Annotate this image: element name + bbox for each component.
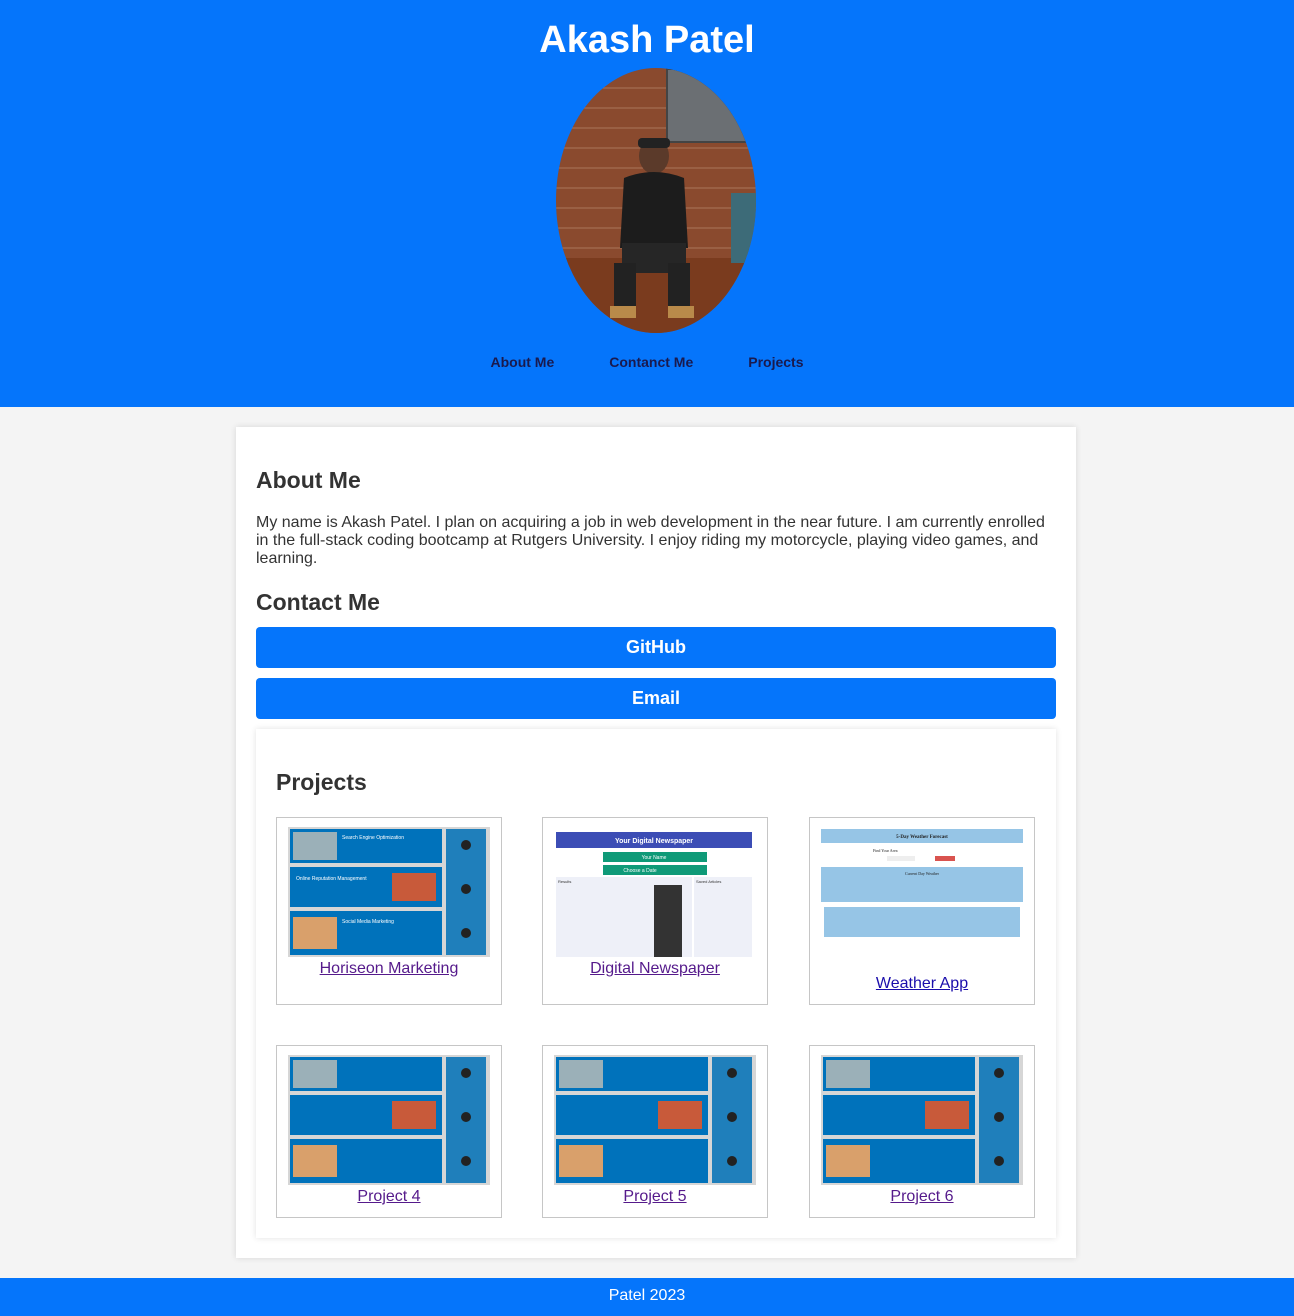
svg-text:Results: Results — [558, 879, 571, 884]
project-link-5[interactable]: Project 5 — [543, 1188, 767, 1206]
project-thumbnail: Search Engine Optimization Online Reputa… — [288, 827, 490, 957]
svg-text:Current Day Weather: Current Day Weather — [905, 871, 940, 876]
site-title: Akash Patel — [539, 19, 755, 61]
svg-text:Online Reputation Management: Online Reputation Management — [296, 876, 367, 882]
svg-text:Your Digital Newspaper: Your Digital Newspaper — [615, 838, 693, 845]
nav-contact-me[interactable]: Contanct Me — [609, 353, 693, 373]
project-card: Search Engine Optimization Online Reputa… — [276, 817, 502, 1005]
nav-projects[interactable]: Projects — [748, 353, 803, 373]
main-content: About Me My name is Akash Patel. I plan … — [236, 427, 1076, 1258]
project-card: Project 4 — [276, 1045, 502, 1218]
project-thumbnail: Your Digital Newspaper Your Name Choose … — [554, 827, 756, 957]
project-thumbnail: 5-Day Weather Forecast Find Your Area Cu… — [821, 827, 1023, 957]
project-card: Project 5 — [542, 1045, 768, 1218]
project-card: 5-Day Weather Forecast Find Your Area Cu… — [809, 817, 1035, 1005]
about-text: My name is Akash Patel. I plan on acquir… — [256, 514, 1045, 567]
project-card: Your Digital Newspaper Your Name Choose … — [542, 817, 768, 1005]
svg-text:5-Day Weather Forecast: 5-Day Weather Forecast — [896, 835, 948, 840]
svg-text:Social Media Marketing: Social Media Marketing — [342, 919, 394, 925]
projects-section: Projects Search Engine Optimization Onli… — [256, 729, 1056, 1238]
svg-text:Choose a Date: Choose a Date — [623, 868, 657, 874]
svg-text:Your Name: Your Name — [642, 855, 667, 861]
main-nav: About Me Contanct Me Projects — [0, 353, 1294, 373]
project-link-horiseon[interactable]: Horiseon Marketing — [277, 960, 501, 978]
project-card: Project 6 — [809, 1045, 1035, 1218]
project-link-weather[interactable]: Weather App — [810, 975, 1034, 993]
contact-heading: Contact Me — [256, 589, 380, 615]
project-thumbnail — [821, 1055, 1023, 1185]
project-link-4[interactable]: Project 4 — [277, 1188, 501, 1206]
nav-about-me[interactable]: About Me — [490, 353, 554, 373]
project-thumbnail — [288, 1055, 490, 1185]
svg-text:Search Engine Optimization: Search Engine Optimization — [342, 835, 404, 841]
svg-text:Find Your Area: Find Your Area — [873, 848, 898, 853]
page-footer: Patel 2023 — [0, 1278, 1294, 1316]
project-thumbnail — [554, 1055, 756, 1185]
email-button[interactable]: Email — [256, 678, 1056, 719]
github-button[interactable]: GitHub — [256, 627, 1056, 668]
page-header: Akash Patel About Me Contanct Me Project… — [0, 0, 1294, 407]
project-link-6[interactable]: Project 6 — [810, 1188, 1034, 1206]
footer-text: Patel 2023 — [608, 1287, 686, 1304]
about-heading: About Me — [256, 467, 361, 493]
svg-text:Saved Articles: Saved Articles — [696, 879, 721, 884]
projects-heading: Projects — [276, 769, 367, 795]
avatar — [556, 68, 756, 333]
profile-photo — [556, 68, 756, 333]
project-link-newspaper[interactable]: Digital Newspaper — [543, 960, 767, 978]
